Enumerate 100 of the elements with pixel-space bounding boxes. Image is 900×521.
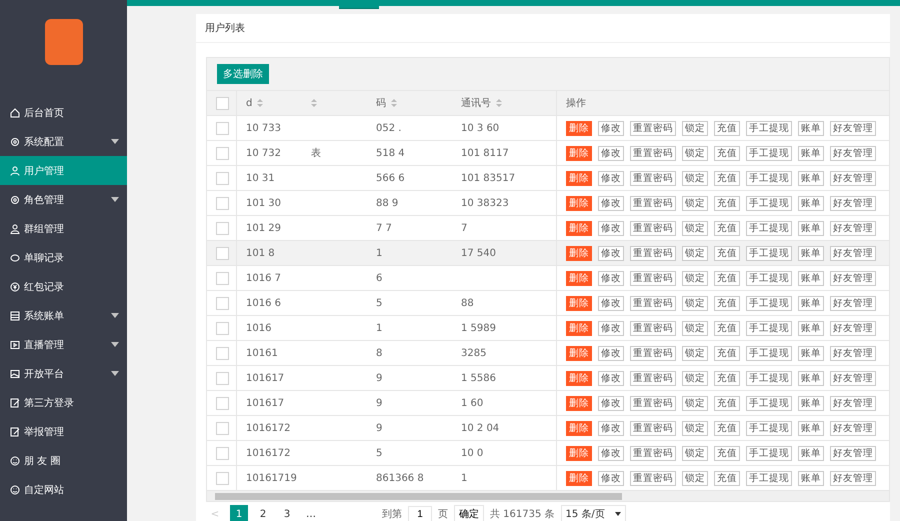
action-button[interactable]: 好友管理 [830,196,876,210]
action-button[interactable]: 好友管理 [830,170,876,186]
action-button[interactable]: 锁定 [682,470,708,486]
action-button[interactable]: 账单 [798,346,824,360]
action-button[interactable]: 锁定 [682,396,708,410]
checkbox[interactable] [216,222,229,234]
action-button[interactable]: 重置密码 [630,146,676,160]
action-button[interactable]: 充值 [714,120,740,136]
action-button[interactable]: 锁定 [682,370,708,386]
checkbox[interactable] [216,322,229,334]
action-button[interactable]: 账单 [798,470,824,486]
checkbox[interactable] [216,172,229,184]
action-button[interactable]: 账单 [798,196,824,210]
action-button[interactable]: 修改 [598,146,624,160]
action-button[interactable]: 好友管理 [830,346,876,360]
scrollbar-thumb[interactable] [215,492,622,500]
action-button[interactable]: 手工提现 [746,396,792,410]
action-button[interactable]: 修改 [598,196,624,210]
action-button[interactable]: 修改 [598,396,624,410]
action-button[interactable]: 手工提现 [746,420,792,436]
sidebar-item[interactable]: 单聊记录 [0,243,127,272]
action-button[interactable]: 好友管理 [830,470,876,486]
action-button[interactable]: 账单 [798,170,824,186]
checkbox[interactable] [216,146,229,160]
action-button[interactable]: 账单 [798,270,824,286]
action-button[interactable]: 充值 [714,270,740,286]
action-button[interactable]: 重置密码 [630,320,676,336]
checkbox[interactable] [216,472,229,484]
action-button[interactable]: 重置密码 [630,246,676,260]
checkbox[interactable] [216,296,229,310]
action-button[interactable]: 充值 [714,296,740,310]
action-button[interactable]: 修改 [598,420,624,436]
action-button[interactable]: 账单 [798,246,824,260]
action-button[interactable]: 重置密码 [630,196,676,210]
checkbox[interactable] [216,96,229,110]
action-button[interactable]: 锁定 [682,420,708,436]
confirm-button[interactable]: 确定 [454,505,484,521]
checkbox[interactable] [216,196,229,210]
sidebar-item[interactable]: 用户管理 [0,156,127,185]
action-button[interactable]: 好友管理 [830,146,876,160]
action-button[interactable]: 好友管理 [830,270,876,286]
action-button[interactable]: 充值 [714,170,740,186]
action-button[interactable]: 锁定 [682,296,708,310]
action-button[interactable]: 修改 [598,296,624,310]
sidebar-item[interactable]: 角色管理 [0,185,127,214]
action-button[interactable]: 充值 [714,396,740,410]
action-button[interactable]: 锁定 [682,170,708,186]
sort-icon[interactable] [257,99,264,107]
sidebar-item[interactable]: 朋 友 圈 [0,446,127,475]
page-button[interactable]: … [302,505,320,521]
action-button[interactable]: 手工提现 [746,220,792,236]
action-button[interactable]: 锁定 [682,320,708,336]
checkbox[interactable] [216,346,229,360]
action-button[interactable]: 手工提现 [746,146,792,160]
checkbox[interactable] [216,272,229,284]
checkbox[interactable] [216,422,229,434]
action-button[interactable]: 好友管理 [830,446,876,460]
sidebar-item[interactable]: 直播管理 [0,330,127,359]
action-button[interactable]: 重置密码 [630,170,676,186]
action-button[interactable]: 手工提现 [746,370,792,386]
action-button[interactable]: 重置密码 [630,446,676,460]
page-size-select[interactable]: 15 条/页 [560,505,626,521]
action-button[interactable]: 手工提现 [746,296,792,310]
action-button[interactable]: 账单 [798,296,824,310]
action-button[interactable]: 充值 [714,320,740,336]
action-button[interactable]: 充值 [714,470,740,486]
page-button[interactable]: 1 [230,505,248,521]
action-button[interactable]: 锁定 [682,346,708,360]
action-button[interactable]: 账单 [798,420,824,436]
action-button[interactable]: 好友管理 [830,420,876,436]
action-button[interactable]: 重置密码 [630,346,676,360]
action-button[interactable]: 好友管理 [830,246,876,260]
action-button[interactable]: 手工提现 [746,470,792,486]
action-button[interactable]: 手工提现 [746,246,792,260]
action-button[interactable]: 好友管理 [830,220,876,236]
action-button[interactable]: 充值 [714,146,740,160]
action-button[interactable]: 重置密码 [630,470,676,486]
action-button[interactable]: 充值 [714,446,740,460]
action-button[interactable]: 重置密码 [630,296,676,310]
action-button[interactable]: 修改 [598,220,624,236]
action-button[interactable]: 锁定 [682,446,708,460]
action-button[interactable]: 手工提现 [746,446,792,460]
action-button[interactable]: 重置密码 [630,120,676,136]
action-button[interactable]: 重置密码 [630,370,676,386]
sort-icon[interactable] [496,99,502,107]
action-button[interactable]: 好友管理 [830,120,876,136]
action-button[interactable]: 修改 [598,320,624,336]
checkbox[interactable] [216,372,229,384]
action-button[interactable]: 修改 [598,246,624,260]
action-button[interactable]: 充值 [714,370,740,386]
action-button[interactable]: 手工提现 [746,346,792,360]
action-button[interactable]: 锁定 [682,270,708,286]
checkbox[interactable] [216,246,229,260]
action-button[interactable]: 锁定 [682,120,708,136]
page-button[interactable]: 2 [254,505,272,521]
sidebar-item[interactable]: 开放平台 [0,359,127,388]
sidebar-item[interactable]: 系统账单 [0,301,127,330]
action-button[interactable]: 充值 [714,246,740,260]
sidebar-item[interactable]: 后台首页 [0,98,127,127]
action-button[interactable]: 修改 [598,270,624,286]
